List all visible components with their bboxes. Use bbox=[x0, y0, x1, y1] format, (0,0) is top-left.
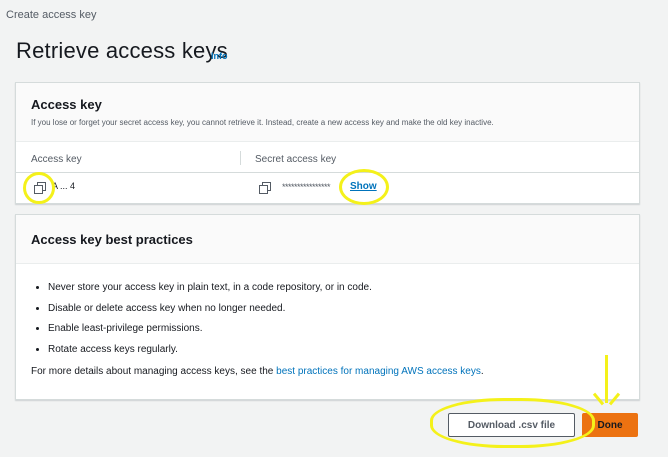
list-item: Enable least-privilege permissions. bbox=[48, 319, 372, 340]
highlight-copy-icon bbox=[23, 172, 55, 204]
best-practices-panel-title: Access key best practices bbox=[31, 232, 193, 247]
breadcrumb[interactable]: Create access key bbox=[6, 9, 96, 21]
best-practices-link[interactable]: best practices for managing AWS access k… bbox=[276, 366, 481, 377]
highlight-download-button bbox=[430, 398, 595, 448]
best-practices-list: Never store your access key in plain tex… bbox=[30, 278, 372, 360]
column-divider bbox=[240, 151, 241, 165]
access-key-panel-title: Access key bbox=[31, 97, 102, 112]
access-key-panel-description: If you lose or forget your secret access… bbox=[31, 118, 494, 127]
copy-secret-key-icon[interactable] bbox=[259, 182, 271, 194]
access-key-panel-header: Access key If you lose or forget your se… bbox=[16, 83, 639, 142]
more-details-suffix: . bbox=[480, 366, 484, 377]
best-practices-panel: Access key best practices Never store yo… bbox=[15, 214, 640, 400]
list-item: Disable or delete access key when no lon… bbox=[48, 299, 372, 320]
more-details-text: For more details about managing access k… bbox=[31, 366, 484, 377]
page-title: Retrieve access keys bbox=[16, 38, 228, 63]
access-key-value: A ... 4 bbox=[52, 181, 76, 191]
arrow-shaft bbox=[605, 355, 608, 403]
more-details-prefix: For more details about managing access k… bbox=[31, 366, 277, 377]
best-practices-panel-header: Access key best practices bbox=[16, 215, 639, 264]
table-divider bbox=[16, 172, 639, 173]
highlight-show-link bbox=[339, 169, 389, 205]
secret-access-key-masked: **************** bbox=[282, 182, 331, 192]
info-link[interactable]: Info bbox=[211, 51, 228, 61]
list-item: Rotate access keys regularly. bbox=[48, 340, 372, 361]
list-item: Never store your access key in plain tex… bbox=[48, 278, 372, 299]
column-header-access-key: Access key bbox=[31, 154, 82, 165]
column-header-secret-access-key: Secret access key bbox=[255, 154, 337, 165]
access-key-panel: Access key If you lose or forget your se… bbox=[15, 82, 640, 204]
